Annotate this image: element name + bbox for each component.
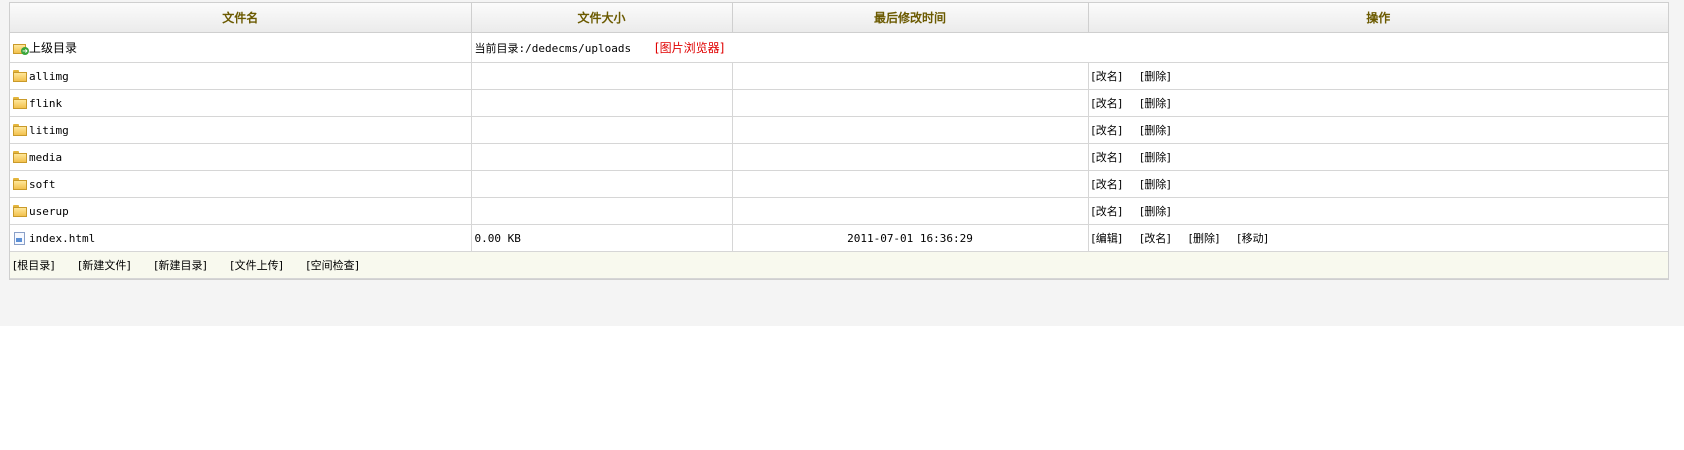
rename-link[interactable]: [改名] bbox=[1092, 205, 1123, 218]
size-cell bbox=[471, 89, 733, 117]
modified-cell bbox=[732, 197, 1089, 225]
table-row: index.html 0.00 KB 2011-07-01 16:36:29 [… bbox=[10, 224, 1668, 252]
rename-link[interactable]: [改名] bbox=[1092, 124, 1123, 137]
root-dir-link[interactable]: [根目录] bbox=[13, 259, 55, 272]
header-filesize: 文件大小 bbox=[471, 3, 733, 33]
parent-folder-icon: ➜ bbox=[13, 42, 29, 55]
current-dir-cell: 当前目录:/dedecms/uploads [图片浏览器] bbox=[471, 32, 1668, 63]
edit-link[interactable]: [编辑] bbox=[1092, 232, 1123, 245]
html-file-icon bbox=[13, 232, 27, 245]
actions-cell: [改名] [删除] bbox=[1088, 197, 1668, 225]
parent-dir-row: ➜ 上级目录 当前目录:/dedecms/uploads [图片浏览器] bbox=[10, 32, 1668, 63]
table-row: flink [改名] [删除] bbox=[10, 89, 1668, 117]
modified-cell bbox=[732, 89, 1089, 117]
file-manager-panel: 文件名 文件大小 最后修改时间 操作 ➜ 上级目录 当前目录:/dedecms/… bbox=[9, 2, 1669, 280]
delete-link[interactable]: [删除] bbox=[1140, 124, 1171, 137]
delete-link[interactable]: [删除] bbox=[1140, 205, 1171, 218]
toolbar-cell: [根目录] [新建文件] [新建目录] [文件上传] [空间检查] bbox=[10, 251, 1668, 279]
new-dir-link[interactable]: [新建目录] bbox=[154, 259, 207, 272]
modified-cell bbox=[732, 143, 1089, 171]
size-cell: 0.00 KB bbox=[471, 224, 733, 252]
modified-cell: 2011-07-01 16:36:29 bbox=[732, 224, 1089, 252]
folder-link[interactable]: soft bbox=[29, 178, 56, 191]
file-table: 文件名 文件大小 最后修改时间 操作 ➜ 上级目录 当前目录:/dedecms/… bbox=[10, 3, 1668, 279]
rename-link[interactable]: [改名] bbox=[1092, 97, 1123, 110]
table-row: litimg [改名] [删除] bbox=[10, 116, 1668, 144]
folder-link[interactable]: flink bbox=[29, 97, 62, 110]
actions-cell: [改名] [删除] bbox=[1088, 170, 1668, 198]
move-link[interactable]: [移动] bbox=[1237, 232, 1268, 245]
size-cell bbox=[471, 116, 733, 144]
actions-cell: [改名] [删除] bbox=[1088, 62, 1668, 90]
current-dir-path: 当前目录:/dedecms/uploads bbox=[474, 42, 632, 55]
delete-link[interactable]: [删除] bbox=[1140, 70, 1171, 83]
table-row: userup [改名] [删除] bbox=[10, 197, 1668, 225]
modified-cell bbox=[732, 62, 1089, 90]
folder-icon bbox=[13, 97, 27, 109]
actions-cell: [改名] [删除] bbox=[1088, 143, 1668, 171]
header-actions: 操作 bbox=[1088, 3, 1668, 33]
rename-link[interactable]: [改名] bbox=[1092, 178, 1123, 191]
table-header-row: 文件名 文件大小 最后修改时间 操作 bbox=[10, 3, 1668, 33]
new-file-link[interactable]: [新建文件] bbox=[78, 259, 131, 272]
actions-cell: [改名] [删除] bbox=[1088, 89, 1668, 117]
parent-dir-cell[interactable]: ➜ 上级目录 bbox=[10, 32, 472, 63]
delete-link[interactable]: [删除] bbox=[1140, 97, 1171, 110]
folder-link[interactable]: litimg bbox=[29, 124, 69, 137]
parent-dir-link[interactable]: 上级目录 bbox=[29, 39, 77, 56]
size-cell bbox=[471, 62, 733, 90]
folder-icon bbox=[13, 151, 27, 163]
table-row: soft [改名] [删除] bbox=[10, 170, 1668, 198]
table-row: allimg [改名] [删除] bbox=[10, 62, 1668, 90]
size-cell bbox=[471, 197, 733, 225]
file-link[interactable]: index.html bbox=[29, 232, 95, 245]
folder-icon bbox=[13, 124, 27, 136]
modified-cell bbox=[732, 116, 1089, 144]
delete-link[interactable]: [删除] bbox=[1189, 232, 1220, 245]
folder-icon bbox=[13, 70, 27, 82]
actions-cell: [编辑] [改名] [删除] [移动] bbox=[1088, 224, 1668, 252]
folder-link[interactable]: userup bbox=[29, 205, 69, 218]
folder-link[interactable]: media bbox=[29, 151, 62, 164]
rename-link[interactable]: [改名] bbox=[1092, 70, 1123, 83]
delete-link[interactable]: [删除] bbox=[1140, 178, 1171, 191]
header-filename: 文件名 bbox=[10, 3, 472, 33]
table-row: media [改名] [删除] bbox=[10, 143, 1668, 171]
space-check-link[interactable]: [空间检查] bbox=[306, 259, 359, 272]
header-modified: 最后修改时间 bbox=[732, 3, 1089, 33]
image-browser-link[interactable]: [图片浏览器] bbox=[655, 41, 724, 55]
rename-link[interactable]: [改名] bbox=[1092, 151, 1123, 164]
rename-link[interactable]: [改名] bbox=[1140, 232, 1171, 245]
actions-cell: [改名] [删除] bbox=[1088, 116, 1668, 144]
size-cell bbox=[471, 170, 733, 198]
delete-link[interactable]: [删除] bbox=[1140, 151, 1171, 164]
upload-link[interactable]: [文件上传] bbox=[230, 259, 283, 272]
folder-icon bbox=[13, 205, 27, 217]
folder-icon bbox=[13, 178, 27, 190]
size-cell bbox=[471, 143, 733, 171]
modified-cell bbox=[732, 170, 1089, 198]
toolbar-row: [根目录] [新建文件] [新建目录] [文件上传] [空间检查] bbox=[10, 251, 1668, 279]
folder-link[interactable]: allimg bbox=[29, 70, 69, 83]
